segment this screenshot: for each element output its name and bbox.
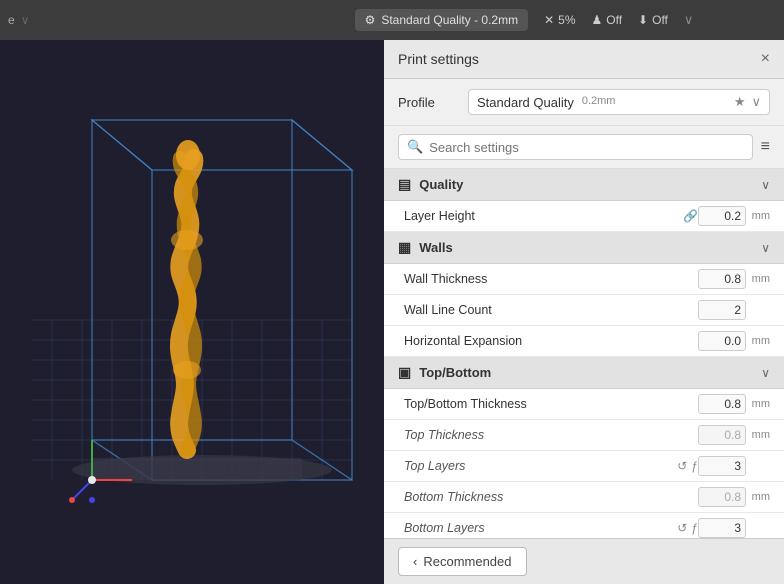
wall-thickness-unit: mm	[746, 273, 770, 285]
top-layers-label: Top Layers	[404, 459, 677, 473]
panel-title: Print settings	[398, 51, 479, 67]
wall-line-count-row: Wall Line Count	[384, 295, 784, 326]
settings-list: ▤ Quality ∨ Layer Height 🔗 mm ▦ Walls	[384, 169, 784, 538]
function-icon[interactable]: ƒ	[691, 459, 698, 473]
profile-detail: 0.2mm	[582, 95, 616, 110]
support-btn[interactable]: ♟ Off	[591, 13, 622, 27]
search-bar: 🔍 ≡	[384, 126, 784, 169]
top-thickness-label: Top Thickness	[404, 428, 698, 442]
walls-icon: ▦	[398, 239, 411, 256]
profile-name: Standard Quality	[477, 95, 574, 110]
main-area: Print settings × Profile Standard Qualit…	[0, 40, 784, 584]
profile-actions: ★ ∨	[734, 94, 761, 110]
adhesion-label: Off	[652, 13, 668, 27]
section-walls-label: Walls	[419, 240, 452, 255]
sliders-icon: ⚙	[365, 13, 376, 27]
top-layers-input[interactable]	[698, 456, 746, 476]
topbottom-icon: ▣	[398, 364, 411, 381]
top-layers-row: Top Layers ↺ ƒ	[384, 451, 784, 482]
bottom-thickness-label: Bottom Thickness	[404, 490, 698, 504]
support-icon: ♟	[591, 13, 602, 27]
bottom-thickness-input[interactable]	[698, 487, 746, 507]
top-thickness-input[interactable]	[698, 425, 746, 445]
bottom-bar: ‹ Recommended	[384, 538, 784, 584]
profile-btn[interactable]: ⚙ Standard Quality - 0.2mm	[355, 9, 529, 31]
section-topbottom-label: Top/Bottom	[419, 365, 491, 380]
viewport[interactable]	[0, 40, 384, 584]
profile-row: Profile Standard Quality 0.2mm ★ ∨	[384, 79, 784, 126]
search-input[interactable]	[429, 140, 743, 155]
section-quality-label: Quality	[419, 177, 463, 192]
top-thickness-unit: mm	[746, 429, 770, 441]
support-label: Off	[606, 13, 622, 27]
section-walls[interactable]: ▦ Walls ∨	[384, 232, 784, 264]
settings-panel: Print settings × Profile Standard Qualit…	[384, 40, 784, 584]
quality-icon: ▤	[398, 176, 411, 193]
bottom-layers-row: Bottom Layers ↺ ƒ	[384, 513, 784, 538]
profile-btn-label: Standard Quality - 0.2mm	[381, 13, 518, 27]
topbottom-chevron: ∨	[761, 366, 770, 380]
infill-btn[interactable]: ✕ 5%	[544, 13, 575, 27]
topbottom-thickness-input[interactable]	[698, 394, 746, 414]
profile-select[interactable]: Standard Quality 0.2mm ★ ∨	[468, 89, 770, 115]
adhesion-btn[interactable]: ⬇ Off	[638, 13, 668, 27]
walls-chevron: ∨	[761, 241, 770, 255]
layer-height-label: Layer Height	[404, 209, 683, 223]
search-icon: 🔍	[407, 139, 423, 155]
profile-label: Profile	[398, 95, 458, 110]
top-layers-actions: ↺ ƒ	[677, 459, 698, 473]
layer-height-actions: 🔗	[683, 209, 698, 223]
panel-close-btn[interactable]: ×	[761, 50, 770, 68]
topbottom-thickness-label: Top/Bottom Thickness	[404, 397, 698, 411]
wall-line-count-label: Wall Line Count	[404, 303, 698, 317]
chevron-down-icon: ∨	[751, 94, 761, 110]
top-toolbar: e ∨ ⚙ Standard Quality - 0.2mm ✕ 5% ♟ Of…	[0, 0, 784, 40]
wall-line-count-input[interactable]	[698, 300, 746, 320]
horizontal-expansion-input[interactable]	[698, 331, 746, 351]
wall-thickness-label: Wall Thickness	[404, 272, 698, 286]
reset-icon[interactable]: ↺	[677, 459, 687, 473]
bottom-reset-icon[interactable]: ↺	[677, 521, 687, 535]
star-icon[interactable]: ★	[734, 94, 746, 110]
link-icon: 🔗	[683, 209, 698, 223]
bottom-function-icon[interactable]: ƒ	[691, 521, 698, 535]
bottom-thickness-row: Bottom Thickness mm	[384, 482, 784, 513]
wall-thickness-row: Wall Thickness mm	[384, 264, 784, 295]
topbottom-thickness-unit: mm	[746, 398, 770, 410]
toolbar-left: e ∨	[8, 13, 260, 27]
adhesion-icon: ⬇	[638, 13, 648, 27]
profile-select-text: Standard Quality 0.2mm	[477, 95, 615, 110]
bottom-layers-input[interactable]	[698, 518, 746, 538]
search-input-wrapper: 🔍	[398, 134, 753, 160]
chevron-icon: ∨	[21, 13, 30, 27]
infill-label: 5%	[558, 13, 575, 27]
top-thickness-row: Top Thickness mm	[384, 420, 784, 451]
bottom-layers-actions: ↺ ƒ	[677, 521, 698, 535]
panel-header: Print settings ×	[384, 40, 784, 79]
layer-height-input[interactable]	[698, 206, 746, 226]
section-quality[interactable]: ▤ Quality ∨	[384, 169, 784, 201]
bottom-layers-label: Bottom Layers	[404, 521, 677, 535]
infill-icon: ✕	[544, 13, 554, 27]
section-walls-left: ▦ Walls	[398, 239, 453, 256]
recommended-btn[interactable]: ‹ Recommended	[398, 547, 527, 576]
section-topbottom-left: ▣ Top/Bottom	[398, 364, 491, 381]
toolbar-chevron: ∨	[684, 12, 694, 28]
app-name: e	[8, 13, 15, 27]
horizontal-expansion-label: Horizontal Expansion	[404, 334, 698, 348]
toolbar-center: ⚙ Standard Quality - 0.2mm ✕ 5% ♟ Off ⬇ …	[272, 9, 776, 31]
settings-menu-btn[interactable]: ≡	[761, 138, 770, 156]
horizontal-expansion-row: Horizontal Expansion mm	[384, 326, 784, 357]
horizontal-expansion-unit: mm	[746, 335, 770, 347]
layer-height-row: Layer Height 🔗 mm	[384, 201, 784, 232]
chevron-left-icon: ‹	[413, 554, 417, 569]
section-quality-left: ▤ Quality	[398, 176, 463, 193]
quality-chevron: ∨	[761, 178, 770, 192]
section-topbottom[interactable]: ▣ Top/Bottom ∨	[384, 357, 784, 389]
topbottom-thickness-row: Top/Bottom Thickness mm	[384, 389, 784, 420]
layer-height-unit: mm	[746, 210, 770, 222]
bottom-thickness-unit: mm	[746, 491, 770, 503]
wall-thickness-input[interactable]	[698, 269, 746, 289]
recommended-label: Recommended	[423, 554, 511, 569]
